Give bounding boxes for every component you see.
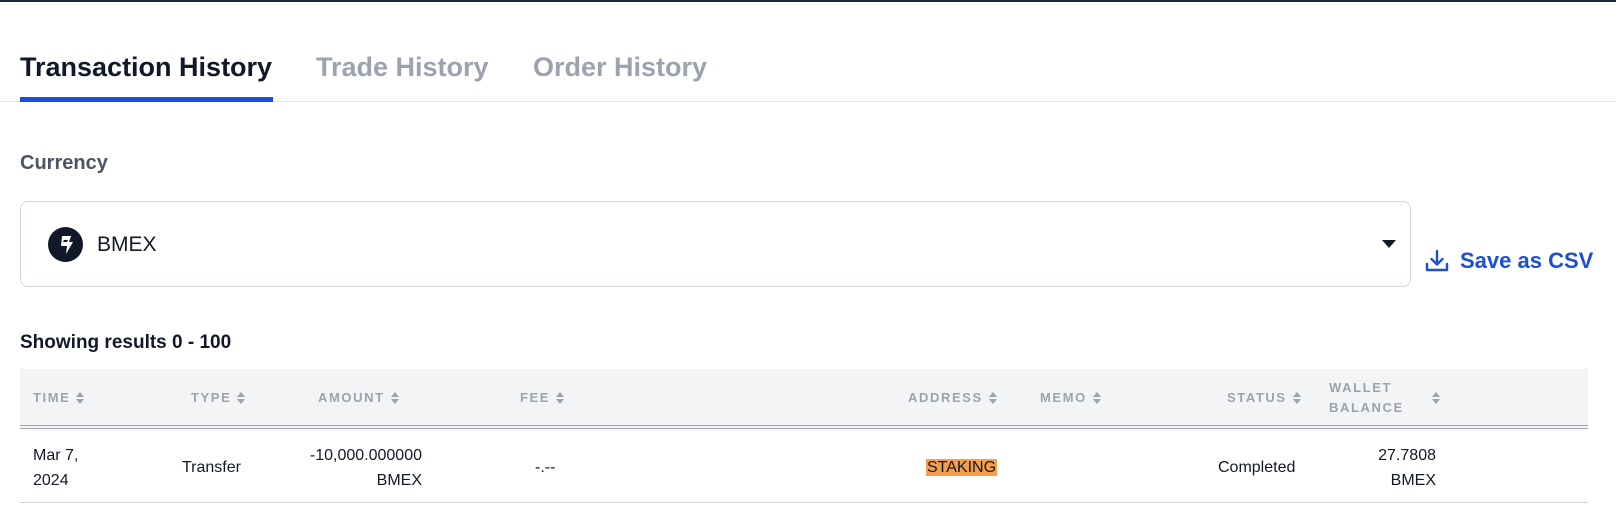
download-icon <box>1425 249 1449 272</box>
tab-transaction-history[interactable]: Transaction History <box>20 52 272 83</box>
column-header-amount[interactable]: AMOUNT <box>318 390 399 405</box>
column-header-type[interactable]: TYPE <box>191 390 246 405</box>
active-tab-indicator <box>20 97 273 102</box>
save-as-csv-label: Save as CSV <box>1460 248 1594 273</box>
sort-icon[interactable] <box>237 391 246 404</box>
bmex-coin-icon <box>48 227 83 262</box>
sort-icon[interactable] <box>1092 391 1101 404</box>
column-header-status[interactable]: STATUS <box>1227 390 1301 405</box>
currency-selected-value: BMEX <box>97 233 157 256</box>
sort-icon[interactable] <box>556 391 565 404</box>
column-header-wallet-balance[interactable]: WALLET BALANCE <box>1329 378 1404 418</box>
currency-select[interactable]: BMEX <box>20 201 1411 287</box>
cell-amount: -10,000.000000 BMEX <box>309 447 422 489</box>
tab-trade-history[interactable]: Trade History <box>316 52 489 83</box>
cell-wallet-balance: 27.7808 BMEX <box>1378 447 1436 489</box>
history-tabs: Transaction History Trade History Order … <box>0 0 1616 102</box>
sort-icon[interactable] <box>988 391 997 404</box>
column-header-time[interactable]: TIME <box>33 390 85 405</box>
results-count: Showing results 0 - 100 <box>20 332 232 353</box>
sort-icon[interactable] <box>1432 392 1440 404</box>
sort-icon[interactable] <box>76 391 85 404</box>
address-badge: STAKING <box>926 459 998 476</box>
chevron-down-icon[interactable] <box>1382 240 1396 248</box>
table-header: TIME TYPE AMOUNT FEE ADDRESS MEMO STATUS… <box>20 369 1588 429</box>
cell-address: STAKING <box>926 455 998 480</box>
cell-status: Completed <box>1218 459 1296 476</box>
save-as-csv-button[interactable]: Save as CSV <box>1424 246 1593 276</box>
column-header-memo[interactable]: MEMO <box>1040 390 1101 405</box>
cell-time: Mar 7, 2024 <box>33 447 79 489</box>
sort-icon[interactable] <box>1292 391 1301 404</box>
sort-icon[interactable] <box>390 391 399 404</box>
cell-fee: -.-- <box>535 459 556 476</box>
cell-type: Transfer <box>182 459 241 476</box>
currency-label: Currency <box>20 152 108 174</box>
column-header-fee[interactable]: FEE <box>520 390 565 405</box>
tab-order-history[interactable]: Order History <box>533 52 707 83</box>
column-header-address[interactable]: ADDRESS <box>908 390 997 405</box>
table-row: Mar 7, 2024 Transfer -10,000.000000 BMEX… <box>20 433 1588 503</box>
